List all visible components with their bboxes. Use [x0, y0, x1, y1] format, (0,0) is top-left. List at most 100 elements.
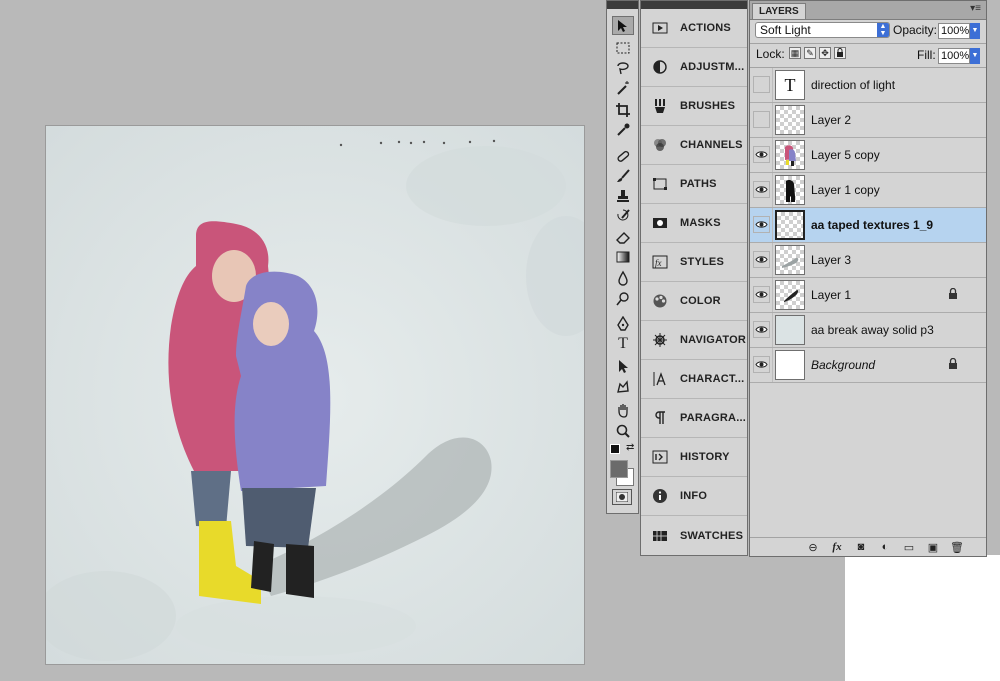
- history-brush-tool-icon[interactable]: [612, 206, 634, 225]
- layer-name[interactable]: aa taped textures 1_9: [811, 218, 933, 232]
- visibility-toggle[interactable]: [753, 216, 770, 233]
- blend-mode-select[interactable]: Soft Light ▲ ▼: [755, 22, 890, 38]
- dock-item-swatches[interactable]: SWATCHES: [641, 516, 747, 555]
- gradient-tool-icon[interactable]: [612, 247, 634, 266]
- panel-menu-icon[interactable]: ▾≡: [970, 3, 981, 14]
- brush-tool-icon[interactable]: [612, 166, 634, 185]
- lock-image-icon[interactable]: ✎: [804, 47, 816, 59]
- hand-tool-icon[interactable]: [612, 400, 634, 419]
- layer-style-icon[interactable]: fx: [830, 540, 844, 554]
- layer-row[interactable]: T direction of light: [750, 68, 986, 103]
- lasso-tool-icon[interactable]: [612, 58, 634, 77]
- paths-icon: [650, 174, 670, 194]
- dock-item-styles[interactable]: fx STYLES: [641, 243, 747, 282]
- swap-colors-icon[interactable]: ⇄: [626, 442, 634, 453]
- eraser-tool-icon[interactable]: [612, 227, 634, 246]
- dock-item-history[interactable]: HISTORY: [641, 438, 747, 477]
- dock-item-paths[interactable]: PATHS: [641, 165, 747, 204]
- layer-thumbnail: [775, 315, 805, 345]
- layer-row[interactable]: aa break away solid p3: [750, 313, 986, 348]
- visibility-toggle[interactable]: [753, 286, 770, 303]
- dock-item-info[interactable]: INFO: [641, 477, 747, 516]
- fill-dropdown-icon[interactable]: ▼: [970, 48, 980, 64]
- path-selection-tool-icon[interactable]: [612, 356, 634, 375]
- tools-panel-grip[interactable]: [607, 1, 638, 9]
- layer-row[interactable]: Layer 5 copy: [750, 138, 986, 173]
- dock-item-masks[interactable]: MASKS: [641, 204, 747, 243]
- layer-row[interactable]: Layer 1: [750, 278, 986, 313]
- dodge-tool-icon[interactable]: [612, 289, 634, 308]
- layer-name[interactable]: Layer 3: [811, 253, 851, 267]
- healing-brush-tool-icon[interactable]: [612, 146, 634, 165]
- crop-tool-icon[interactable]: [612, 100, 634, 119]
- layer-name[interactable]: Layer 5 copy: [811, 148, 880, 162]
- fill-label: Fill:: [917, 48, 936, 62]
- row-divider: [772, 278, 773, 312]
- layer-row[interactable]: Background: [750, 348, 986, 383]
- link-layers-icon[interactable]: ⊖: [806, 540, 820, 554]
- fill-field[interactable]: 100%: [938, 48, 970, 64]
- layer-thumbnail: [775, 350, 805, 380]
- layer-row[interactable]: Layer 3: [750, 243, 986, 278]
- dock-item-label: CHARACT...: [680, 373, 745, 385]
- layer-row[interactable]: Layer 2: [750, 103, 986, 138]
- eye-icon: [755, 256, 768, 263]
- dock-item-label: ADJUSTM...: [680, 61, 745, 73]
- custom-shape-tool-icon[interactable]: [612, 377, 634, 396]
- opacity-dropdown-icon[interactable]: ▼: [970, 23, 980, 39]
- lock-all-icon[interactable]: [834, 47, 846, 59]
- adjustment-layer-icon[interactable]: ◐: [878, 540, 892, 554]
- visibility-toggle[interactable]: [753, 146, 770, 163]
- dock-grip[interactable]: [641, 1, 747, 9]
- layer-name[interactable]: Layer 1: [811, 288, 851, 302]
- color-icon: [650, 291, 670, 311]
- visibility-toggle[interactable]: [753, 321, 770, 338]
- trash-icon[interactable]: 🗑: [950, 540, 964, 554]
- visibility-toggle[interactable]: [753, 181, 770, 198]
- lock-position-icon[interactable]: ✥: [819, 47, 831, 59]
- layer-name[interactable]: aa break away solid p3: [811, 323, 934, 337]
- dock-item-navigator[interactable]: NAVIGATOR: [641, 321, 747, 360]
- layer-name[interactable]: direction of light: [811, 78, 895, 92]
- lock-transparent-icon[interactable]: ▦: [789, 47, 801, 59]
- dock-item-actions[interactable]: ACTIONS: [641, 9, 747, 48]
- visibility-toggle[interactable]: [753, 76, 770, 93]
- dock-item-adjustments[interactable]: ADJUSTM...: [641, 48, 747, 87]
- marquee-tool-icon[interactable]: [612, 38, 634, 57]
- document-canvas[interactable]: [45, 125, 585, 665]
- new-layer-icon[interactable]: ▣: [926, 540, 940, 554]
- blur-tool-icon[interactable]: [612, 268, 634, 287]
- quick-mask-icon[interactable]: [612, 489, 632, 505]
- dock-item-paragraph[interactable]: PARAGRA...: [641, 399, 747, 438]
- layer-name[interactable]: Background: [811, 358, 875, 372]
- dock-item-brushes[interactable]: BRUSHES: [641, 87, 747, 126]
- visibility-toggle[interactable]: [753, 111, 770, 128]
- tab-layers[interactable]: LAYERS: [752, 3, 806, 19]
- default-colors-icon[interactable]: [610, 444, 620, 454]
- opacity-field[interactable]: 100%: [938, 23, 970, 39]
- visibility-toggle[interactable]: [753, 356, 770, 373]
- new-group-icon[interactable]: ▭: [902, 540, 916, 554]
- layer-row-selected[interactable]: aa taped textures 1_9: [750, 208, 986, 243]
- add-mask-icon[interactable]: ◙: [854, 540, 868, 554]
- eyedropper-tool-icon[interactable]: [612, 120, 634, 139]
- pen-tool-icon[interactable]: [612, 314, 634, 333]
- dock-item-color[interactable]: COLOR: [641, 282, 747, 321]
- layer-row[interactable]: Layer 1 copy: [750, 173, 986, 208]
- magic-wand-tool-icon[interactable]: [612, 78, 634, 97]
- workspace-white-area: [845, 555, 1000, 681]
- photo-artwork: [46, 126, 584, 664]
- eye-icon: [755, 291, 768, 298]
- dock-item-character[interactable]: CHARACT...: [641, 360, 747, 399]
- visibility-toggle[interactable]: [753, 251, 770, 268]
- layers-tabbar: LAYERS ▾≡: [750, 1, 986, 20]
- dock-item-channels[interactable]: CHANNELS: [641, 126, 747, 165]
- layer-name[interactable]: Layer 1 copy: [811, 183, 880, 197]
- layer-name[interactable]: Layer 2: [811, 113, 851, 127]
- foreground-color-swatch[interactable]: [610, 460, 628, 478]
- clone-stamp-tool-icon[interactable]: [612, 186, 634, 205]
- move-tool-icon[interactable]: [612, 16, 634, 35]
- zoom-tool-icon[interactable]: [612, 421, 634, 440]
- layers-panel: LAYERS ▾≡ Soft Light ▲ ▼ Opacity: 100% ▼ …: [749, 0, 987, 557]
- type-tool-icon[interactable]: T: [612, 334, 634, 353]
